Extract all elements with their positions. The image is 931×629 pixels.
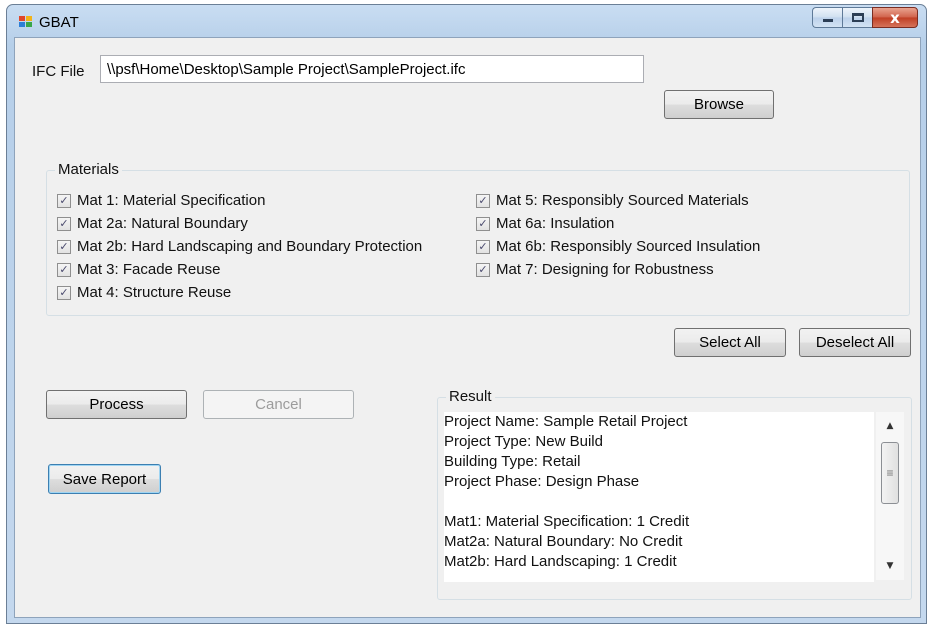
result-line: Project Name: Sample Retail Project [444,413,688,430]
result-line: Mat2a: Natural Boundary: No Credit [444,533,683,550]
ifc-file-input[interactable] [100,55,644,83]
check-icon: ✓ [57,193,71,208]
caption-buttons: x [812,7,918,29]
minimize-button[interactable] [812,7,842,28]
result-line: Mat1: Material Specification: 1 Credit [444,513,690,530]
select-all-button[interactable]: Select All [674,328,786,357]
result-textbox[interactable]: Project Name: Sample Retail Project Proj… [444,412,874,582]
maximize-button[interactable] [842,7,872,28]
check-icon: ✓ [476,193,490,208]
close-icon: x [890,8,900,27]
materials-group-title: Materials [55,161,122,178]
close-button[interactable]: x [872,7,918,28]
checkbox-mat6b[interactable]: ✓ Mat 6b: Responsibly Sourced Insulation [476,238,760,255]
ifc-file-label: IFC File [32,63,85,80]
result-group-title: Result [446,388,495,405]
checkbox-mat5[interactable]: ✓ Mat 5: Responsibly Sourced Materials [476,192,749,209]
cancel-button[interactable]: Cancel [203,390,354,419]
check-icon: ✓ [57,239,71,254]
checkbox-mat7[interactable]: ✓ Mat 7: Designing for Robustness [476,261,714,278]
deselect-all-button[interactable]: Deselect All [799,328,911,357]
app-icon [19,16,33,28]
result-line: Building Type: Retail [444,453,581,470]
checkbox-mat4[interactable]: ✓ Mat 4: Structure Reuse [57,284,231,301]
checkbox-label: Mat 6b: Responsibly Sourced Insulation [496,238,761,255]
save-report-button[interactable]: Save Report [48,464,161,494]
checkbox-label: Mat 5: Responsibly Sourced Materials [496,192,749,209]
checkbox-label: Mat 2a: Natural Boundary [77,215,248,232]
checkbox-label: Mat 1: Material Specification [77,192,266,209]
check-icon: ✓ [476,239,490,254]
checkbox-label: Mat 4: Structure Reuse [77,284,232,301]
checkbox-mat2b[interactable]: ✓ Mat 2b: Hard Landscaping and Boundary … [57,238,422,255]
check-icon: ✓ [476,216,490,231]
browse-button[interactable]: Browse [664,90,774,119]
checkbox-mat6a[interactable]: ✓ Mat 6a: Insulation [476,215,614,232]
minimize-icon [822,19,833,22]
result-line: Mat2b: Hard Landscaping: 1 Credit [444,553,677,570]
check-icon: ✓ [57,262,71,277]
checkbox-label: Mat 6a: Insulation [496,215,615,232]
checkbox-label: Mat 7: Designing for Robustness [496,261,714,278]
result-line [444,492,874,512]
check-icon: ✓ [57,216,71,231]
checkbox-mat1[interactable]: ✓ Mat 1: Material Specification [57,192,265,209]
checkbox-mat3[interactable]: ✓ Mat 3: Facade Reuse [57,261,220,278]
result-scrollbar[interactable]: ▲ ≡ ▼ [876,412,904,580]
checkbox-label: Mat 3: Facade Reuse [77,261,221,278]
window-title: GBAT [39,14,79,31]
title-bar[interactable]: GBAT x [7,5,926,37]
scroll-down-icon[interactable]: ▼ [876,556,904,576]
scroll-up-icon[interactable]: ▲ [876,416,904,436]
checkbox-label: Mat 2b: Hard Landscaping and Boundary Pr… [77,238,423,255]
maximize-icon [851,13,864,22]
check-icon: ✓ [476,262,490,277]
grip-icon: ≡ [886,466,894,480]
checkbox-mat2a[interactable]: ✓ Mat 2a: Natural Boundary [57,215,248,232]
process-button[interactable]: Process [46,390,187,419]
check-icon: ✓ [57,285,71,300]
result-line: Project Type: New Build [444,433,603,450]
scroll-thumb[interactable]: ≡ [881,442,899,504]
result-line: Project Phase: Design Phase [444,473,640,490]
